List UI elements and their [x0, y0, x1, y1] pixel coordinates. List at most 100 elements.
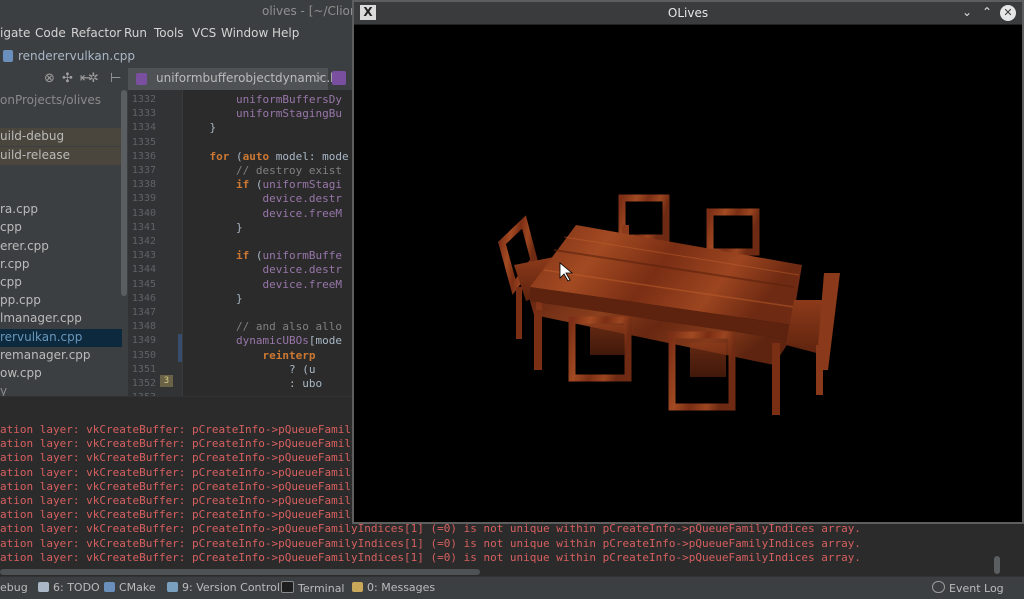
cmake-label: CMake — [119, 581, 156, 594]
tree-item[interactable]: rervulkan.cpp — [0, 328, 122, 347]
code-token: if — [235, 249, 250, 263]
tree-item[interactable]: uild-release — [0, 146, 122, 165]
code-token: if — [235, 178, 250, 192]
tree-item[interactable]: erer.cpp — [0, 238, 122, 256]
tree-item[interactable]: y — [0, 383, 122, 396]
tree-item-label: rervulkan.cpp — [0, 329, 83, 344]
line-number: 1340 — [131, 207, 156, 219]
next-tab-icon[interactable] — [332, 71, 346, 85]
code-line: device.freeM — [183, 277, 342, 291]
line-number: 1345 — [131, 278, 156, 290]
line-number: 1337 — [131, 165, 156, 176]
todo-tool-button[interactable]: 6: TODO — [38, 581, 100, 594]
tree-item[interactable] — [0, 110, 122, 128]
hide-panel-icon[interactable]: ⊢ — [110, 71, 121, 86]
gear-icon[interactable]: ✲ — [88, 71, 99, 86]
event-log-tool-button[interactable]: Event Log — [932, 581, 1004, 595]
menu-vcs[interactable]: VCS — [192, 26, 216, 40]
menu-run[interactable]: Run — [124, 26, 147, 40]
code-token: ? (u — [288, 362, 316, 376]
line-number: 1332 — [131, 94, 156, 105]
console-vertical-scrollbar[interactable] — [994, 556, 1000, 574]
menu-refactor[interactable]: Refactor — [71, 26, 121, 40]
menu-window[interactable]: Window — [221, 26, 268, 40]
cpp-file-icon — [3, 50, 13, 62]
tree-item[interactable]: ra.cpp — [0, 201, 122, 219]
code-token: } — [183, 121, 217, 135]
tree-item-label: y — [0, 384, 8, 396]
todo-label: 6: TODO — [53, 581, 100, 594]
code-token: } — [183, 291, 243, 305]
line-number: 1346 — [131, 292, 156, 304]
breadcrumb[interactable]: renderervulkan.cpp — [0, 44, 135, 68]
tree-item[interactable]: cpp — [0, 219, 122, 237]
console-horizontal-scrollbar[interactable] — [0, 569, 480, 575]
code-line: uniformStagingBu — [183, 107, 342, 120]
breadcrumb-file[interactable]: renderervulkan.cpp — [18, 49, 135, 63]
maximize-icon[interactable]: ⌃ — [982, 5, 992, 19]
console-line: ation layer: vkCreateBuffer: pCreateInfo… — [0, 550, 861, 564]
code-line: device.destr — [183, 192, 341, 205]
line-number: 1342 — [131, 236, 156, 247]
code-token: device.freeM — [262, 277, 342, 291]
tree-item[interactable]: r.cpp — [0, 256, 122, 274]
project-scrollbar[interactable] — [121, 90, 127, 296]
code-token: : ubo — [288, 377, 323, 390]
code-line: ? (u — [183, 362, 316, 376]
tree-item[interactable]: ow.cpp — [0, 365, 122, 383]
version-control-tool-button[interactable]: 9: Version Control — [167, 581, 280, 594]
render-viewport[interactable] — [354, 25, 1022, 522]
menu-code[interactable]: Code — [35, 26, 66, 40]
tree-item[interactable] — [0, 183, 122, 201]
code-token: model: mode — [269, 149, 349, 163]
terminal-tool-button[interactable]: Terminal — [281, 581, 345, 595]
tree-item[interactable]: uild-debug — [0, 128, 122, 147]
cmake-icon — [104, 582, 115, 592]
tab-close-icon[interactable]: × — [314, 71, 324, 85]
tree-item-label: onProjects/olives — [0, 93, 102, 107]
change-marker — [178, 334, 182, 362]
menu-help[interactable]: Help — [272, 26, 299, 40]
gutter-badge[interactable]: 3 — [160, 375, 173, 387]
line-number: 1338 — [131, 179, 156, 191]
locate-icon[interactable]: ⊗ — [44, 71, 55, 86]
code-editor[interactable]: uniformBuffersDy uniformStagingBu } for … — [183, 90, 355, 396]
tree-item[interactable]: pp.cpp — [0, 292, 122, 310]
event-log-icon — [932, 581, 945, 593]
menu-tools[interactable]: Tools — [154, 26, 184, 40]
messages-label: 0: Messages — [367, 581, 436, 594]
tree-item[interactable]: onProjects/olives — [0, 92, 122, 110]
tab-label: uniformbufferobjectdynamic.h — [156, 71, 338, 85]
line-number-gutter: 1332 1333 1334 1335 1336 1337 1338 1339 1340 1341… — [128, 90, 183, 396]
code-line: } — [183, 221, 243, 234]
code-line: device.destr — [183, 263, 341, 276]
line-number: 1350 — [131, 349, 156, 361]
code-token: dynamicUBOs — [235, 334, 309, 348]
code-line: } — [183, 121, 216, 134]
messages-tool-button[interactable]: 0: Messages — [352, 581, 435, 594]
todo-icon — [38, 582, 49, 592]
menu-navigate[interactable]: igate — [0, 26, 30, 40]
line-number: 1336 — [131, 150, 156, 162]
olives-window[interactable]: X OLives ⌄ ⌃ ✕ — [352, 0, 1024, 524]
tree-item[interactable]: lmanager.cpp — [0, 310, 122, 328]
code-line: // and also allo — [183, 320, 342, 333]
tree-item[interactable] — [0, 165, 122, 183]
tree-item[interactable]: cpp — [0, 274, 122, 292]
minimize-icon[interactable]: ⌄ — [962, 5, 972, 19]
olives-titlebar[interactable]: X OLives ⌄ ⌃ ✕ — [354, 2, 1022, 25]
debug-tool-button[interactable]: ebug — [0, 581, 28, 594]
version-control-icon — [167, 582, 178, 592]
terminal-label: Terminal — [298, 582, 345, 595]
expand-all-icon[interactable]: ✣ — [62, 71, 73, 86]
tab-uniformbufferobjectdynamic[interactable]: uniformbufferobjectdynamic.h × — [128, 68, 338, 92]
close-icon[interactable]: ✕ — [1000, 5, 1016, 21]
cmake-tool-button[interactable]: CMake — [104, 581, 156, 594]
tree-item[interactable]: remanager.cpp — [0, 347, 122, 365]
code-token: [mode — [308, 334, 342, 348]
